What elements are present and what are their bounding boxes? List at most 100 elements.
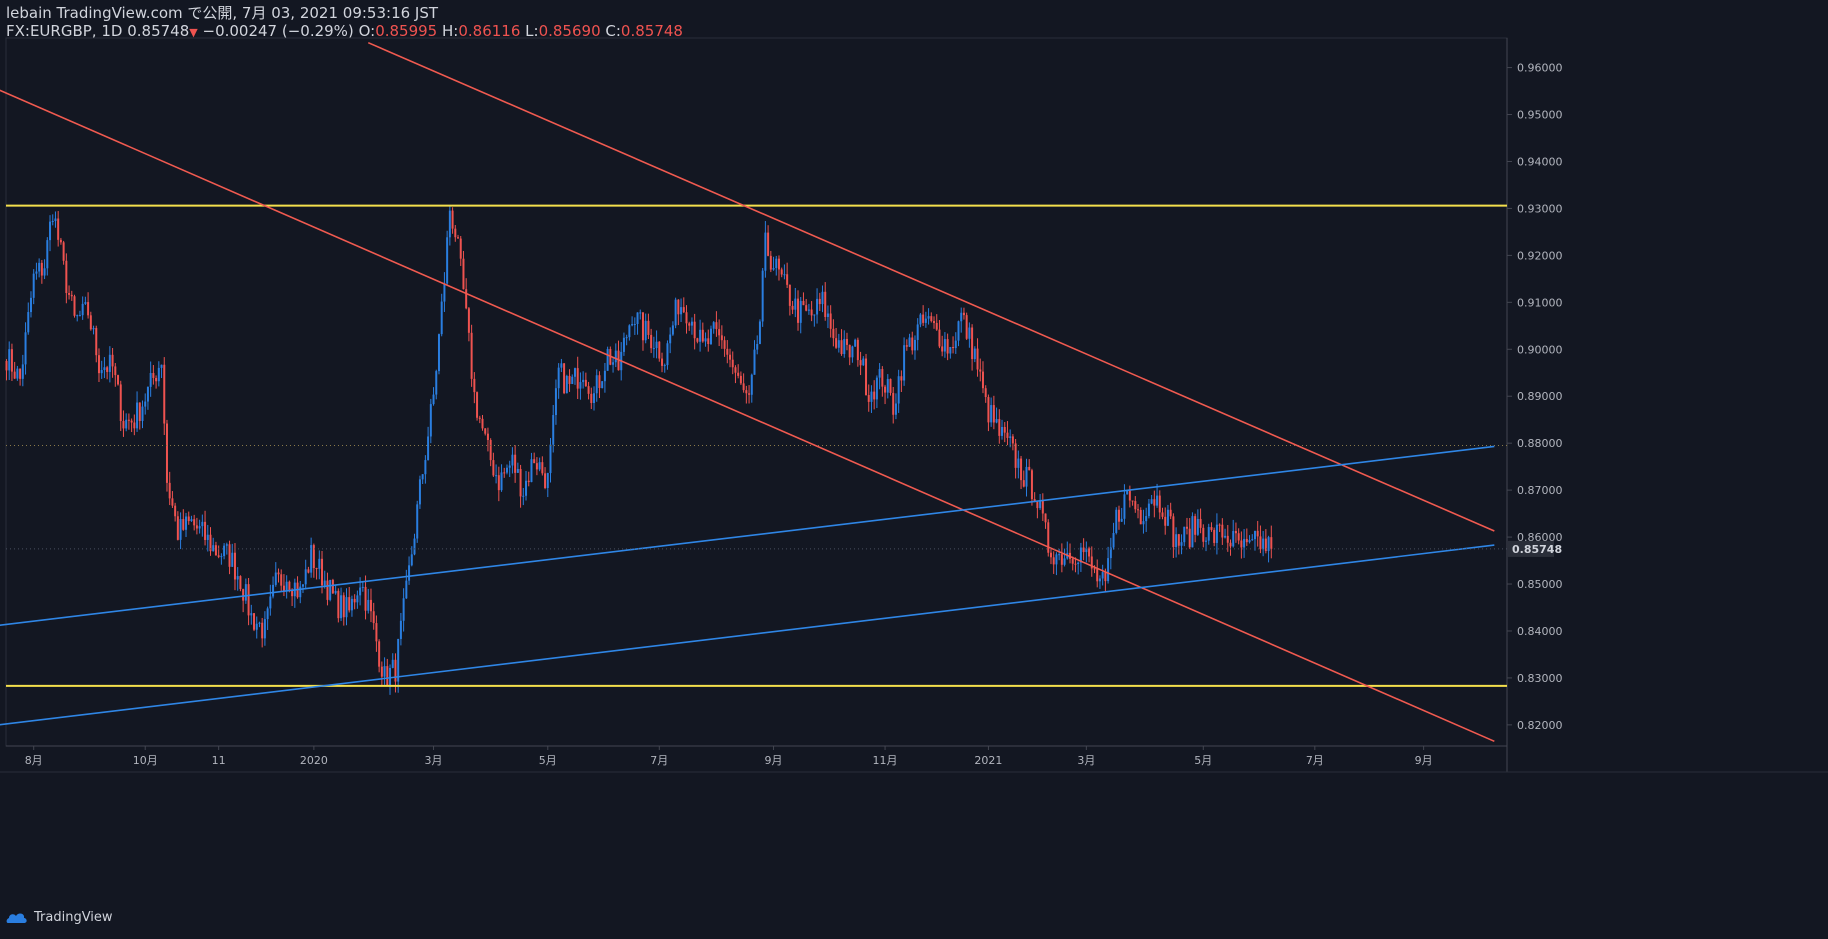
candle-body (421, 474, 424, 480)
candle-body (631, 324, 634, 326)
candle-body (514, 454, 517, 473)
candle-body (516, 468, 519, 473)
candle-body (644, 320, 647, 341)
candle-body (729, 354, 732, 360)
candle-body (598, 375, 601, 388)
candle-body (1142, 521, 1145, 525)
candle-body (816, 298, 819, 315)
candle-body (712, 322, 715, 329)
candle-body (364, 586, 367, 611)
candle-body (274, 572, 277, 585)
candle-body (704, 338, 707, 342)
candle-body (1191, 516, 1194, 548)
candle-body (1030, 470, 1033, 500)
candle-body (1164, 516, 1167, 526)
candle-body (13, 371, 16, 379)
candle-body (8, 349, 11, 371)
candle-body (231, 552, 234, 567)
candle-body (1213, 529, 1216, 543)
candle-body (832, 328, 835, 339)
candle-body (70, 294, 73, 297)
candle-body (1232, 531, 1235, 547)
candle-body (908, 337, 911, 347)
candle-body (674, 299, 677, 326)
candle-body (1262, 538, 1265, 550)
candle-body (291, 590, 294, 597)
candle-body (361, 586, 364, 588)
candle-body (1248, 539, 1251, 543)
candle-body (84, 302, 87, 304)
candle-body (410, 554, 413, 566)
candle-body (46, 240, 49, 269)
candle-body (1052, 557, 1055, 565)
candle-body (1063, 558, 1066, 565)
candle-body (709, 328, 712, 345)
candle-body (935, 322, 938, 330)
candle-body (40, 262, 43, 276)
candle-body (799, 300, 802, 323)
candle-body (149, 373, 152, 387)
candle-body (739, 375, 742, 384)
candle-body (511, 454, 514, 466)
y-tick-label: 0.93000 (1517, 202, 1563, 215)
candle-body (1166, 509, 1169, 526)
candle-body (1177, 534, 1180, 546)
y-tick-label: 0.92000 (1517, 249, 1563, 262)
candle-body (1175, 534, 1178, 548)
candle-body (916, 324, 919, 340)
candle-body (334, 590, 337, 594)
candle-body (168, 482, 171, 499)
x-tick-label: 5月 (1194, 754, 1212, 767)
candle-body (340, 595, 343, 619)
x-tick-label: 8月 (25, 754, 43, 767)
candle-body (171, 498, 174, 506)
x-tick-label: 9月 (765, 754, 783, 767)
tradingview-logo-icon (6, 913, 27, 923)
candle-body (486, 433, 489, 441)
candle-body (353, 598, 356, 603)
candle-body (745, 390, 748, 394)
price-chart[interactable]: 0.96000 0.95000 0.94000 0.93000 0.92000 0.910… (0, 0, 1828, 939)
candle-body (1014, 443, 1017, 468)
candle-body (24, 332, 27, 365)
candle-body (1172, 516, 1175, 548)
candle-body (119, 384, 122, 421)
y-tick-label: 0.87000 (1517, 484, 1563, 497)
candle-body (59, 239, 62, 243)
candle-body (854, 339, 857, 347)
candle-body (606, 349, 609, 371)
candle-body (1150, 499, 1153, 504)
brand-name[interactable]: TradingView (34, 910, 113, 925)
candle-body (16, 368, 19, 379)
candle-body (432, 394, 435, 405)
candle-body (1158, 495, 1161, 513)
candle-body (1112, 532, 1115, 548)
candle-body (155, 377, 158, 382)
candle-body (865, 358, 868, 396)
x-tick-label: 5月 (539, 754, 557, 767)
candle-body (699, 329, 702, 342)
candle-body (927, 316, 930, 319)
x-tick-label: 7月 (650, 754, 668, 767)
candle-body (1104, 572, 1107, 582)
candle-body (1215, 524, 1218, 543)
candle-body (1028, 466, 1031, 471)
x-tick-label: 11月 (873, 754, 898, 767)
candle-body (476, 392, 479, 418)
candle-body (321, 558, 324, 586)
candle-body (1218, 524, 1221, 526)
candle-body (886, 378, 889, 393)
candle-body (671, 325, 674, 335)
candle-body (307, 569, 310, 573)
candle-body (136, 402, 139, 429)
candle-body (1093, 568, 1096, 570)
candle-body (459, 238, 462, 259)
candle-body (1022, 480, 1025, 487)
candle-body (81, 303, 84, 316)
candle-body (402, 598, 405, 621)
candle-body (522, 495, 525, 497)
candle-body (761, 270, 764, 322)
candle-body (546, 473, 549, 489)
candle-body (949, 346, 952, 354)
candle-body (595, 375, 598, 394)
